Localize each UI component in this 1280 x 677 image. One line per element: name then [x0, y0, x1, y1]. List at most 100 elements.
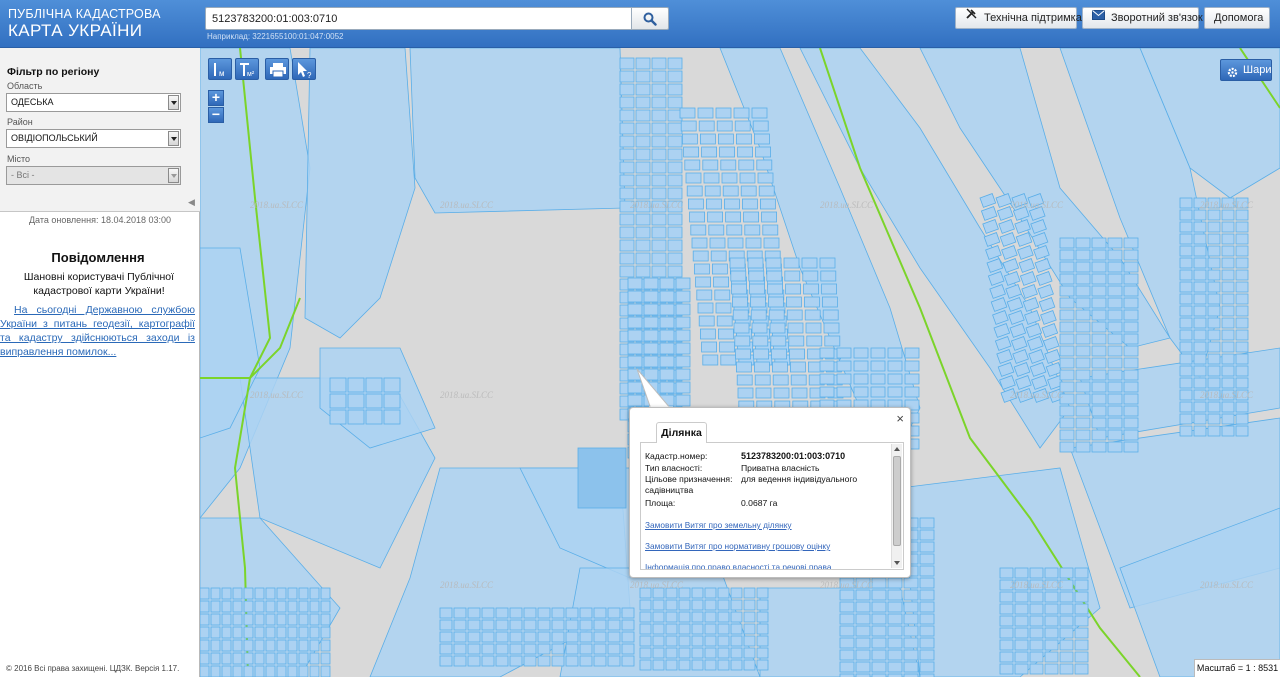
parcel-shape	[763, 237, 780, 249]
scroll-up-icon[interactable]	[894, 447, 900, 451]
cadastral-search-input[interactable]	[205, 7, 632, 30]
parcel-shape	[1091, 369, 1107, 381]
help-button[interactable]: Допомога	[1204, 7, 1270, 29]
parcel-shape	[210, 626, 221, 639]
parcel-shape	[1123, 333, 1139, 345]
parcel-shape	[619, 174, 635, 187]
parcel-shape	[495, 607, 509, 619]
parcel-shape	[1221, 341, 1235, 353]
parcel-shape	[730, 623, 743, 635]
parcel-shape	[822, 309, 839, 321]
parcel-shape	[523, 655, 537, 667]
order-parcel-extract-link[interactable]: Замовити Витяг про земельну ділянку	[645, 520, 792, 530]
parcel-shape	[210, 600, 221, 613]
parcel-shape	[1193, 401, 1207, 413]
parcel-shape	[683, 146, 700, 158]
parcel-shape	[665, 659, 678, 671]
parcel-shape	[730, 587, 743, 599]
parcel-shape	[667, 135, 683, 148]
parcel-shape	[467, 643, 481, 655]
parcel-shape	[1059, 651, 1074, 663]
parcel-shape	[903, 589, 919, 601]
parcel-shape	[732, 309, 749, 321]
measure-area-button[interactable]: м²	[235, 58, 259, 80]
tech-support-button[interactable]: Технічна підтримка	[955, 7, 1082, 29]
parcel-shape	[1059, 441, 1075, 453]
parcel-shape	[820, 270, 837, 282]
parcel-shape	[210, 652, 221, 665]
parcel-shape	[537, 631, 551, 643]
page: Публічна кадастрова Карта України Наприк…	[0, 0, 1280, 677]
tab-parcel[interactable]: Ділянка	[656, 422, 707, 443]
parcel-shape	[619, 265, 635, 278]
cadastral-number-label: Кадастр.номер:	[645, 451, 708, 461]
close-popup-button[interactable]: ×	[896, 411, 904, 426]
parcel-shape	[665, 611, 678, 623]
parcel-shape	[200, 665, 210, 677]
parcel-shape	[839, 601, 855, 613]
parcel-shape	[537, 619, 551, 631]
parcel-shape	[243, 587, 254, 600]
parcel-shape	[495, 655, 509, 667]
parcel-shape	[1193, 365, 1207, 377]
parcel-shape	[1075, 357, 1091, 369]
parcel-shape	[680, 120, 697, 132]
parcel-shape	[551, 619, 565, 631]
parcel-shape	[329, 393, 347, 409]
parcel-shape	[819, 257, 836, 269]
city-select[interactable]: - Всі -	[6, 166, 181, 185]
parcel-shape	[1075, 309, 1091, 321]
scrollbar-thumb[interactable]	[893, 456, 901, 546]
parcel-shape	[871, 589, 887, 601]
identify-button[interactable]: ?	[292, 58, 316, 80]
zoom-in-button[interactable]: +	[208, 90, 224, 106]
parcel-shape	[1221, 317, 1235, 329]
parcel-shape	[495, 631, 509, 643]
parcel-shape	[772, 374, 789, 386]
district-select[interactable]: Овідіопольський	[6, 129, 181, 148]
feedback-button[interactable]: Зворотний зв'язок	[1082, 7, 1203, 29]
parcel-shape	[565, 631, 579, 643]
map-canvas[interactable]: 2018.ua.SLCC 2018.ua.SLCC 2018.ua.SLCC 2018…	[200, 48, 1280, 677]
parcel-shape	[593, 631, 607, 643]
parcel-shape	[751, 107, 768, 119]
popup-scrollbar[interactable]	[891, 444, 902, 568]
parcel-shape	[643, 342, 659, 355]
layers-button[interactable]: Шари	[1220, 59, 1272, 81]
parcel-shape	[696, 289, 713, 301]
parcel-shape	[439, 631, 453, 643]
parcel-shape	[691, 635, 704, 647]
parcel-shape	[689, 211, 706, 223]
region-select[interactable]: Одеська	[6, 93, 181, 112]
ownership-rights-link[interactable]: Інформація про право власності та речові…	[645, 562, 831, 569]
cadastral-map[interactable]: 2018.ua.SLCC 2018.ua.SLCC 2018.ua.SLCC 2018…	[200, 48, 1280, 677]
notice-title: Повідомлення	[51, 250, 145, 265]
parcel-shape	[1179, 389, 1193, 401]
parcel-shape	[652, 623, 665, 635]
collapse-sidebar-button[interactable]: ◀	[185, 195, 198, 209]
parcel-shape	[737, 387, 754, 399]
map-watermark: 2018.ua.SLCC	[820, 200, 874, 210]
notice-link[interactable]: На сьогодні Державною службою України з …	[0, 303, 195, 359]
site-logo[interactable]: Публічна кадастрова Карта України	[8, 8, 161, 39]
zoom-out-button[interactable]: −	[208, 107, 224, 123]
parcel-shape	[537, 655, 551, 667]
map-watermark: 2018.ua.SLCC	[1010, 580, 1064, 590]
scroll-down-icon[interactable]	[894, 561, 900, 565]
parcel-shape	[1179, 245, 1193, 257]
parcel-shape	[651, 226, 667, 239]
parcel-shape	[1091, 297, 1107, 309]
parcel-shape	[903, 601, 919, 613]
parcel-shape	[704, 611, 717, 623]
parcel-shape	[347, 393, 365, 409]
search-button[interactable]	[632, 7, 669, 30]
parcel-shape	[756, 599, 769, 611]
measure-distance-button[interactable]: м	[208, 58, 232, 80]
parcel-shape	[736, 133, 752, 145]
order-valuation-extract-link[interactable]: Замовити Витяг про нормативну грошову оц…	[645, 541, 830, 551]
parcel-shape	[730, 599, 743, 611]
print-button[interactable]	[265, 58, 289, 80]
parcel-shape	[210, 613, 221, 626]
parcel-shape	[762, 224, 779, 236]
parcel-shape	[750, 309, 767, 321]
